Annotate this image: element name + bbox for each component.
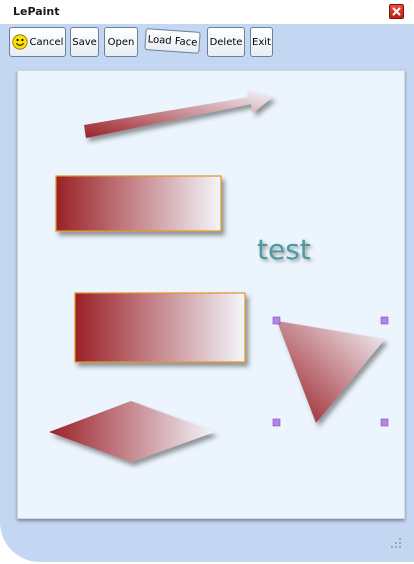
exit-button[interactable]: Exit bbox=[250, 27, 273, 57]
diamond-shape[interactable] bbox=[49, 401, 215, 462]
load-face-button[interactable]: Load Face bbox=[144, 28, 201, 54]
open-button[interactable]: Open bbox=[104, 27, 138, 57]
cancel-label: Cancel bbox=[29, 36, 64, 48]
smiley-icon bbox=[11, 34, 28, 50]
selection-handle-top-right[interactable] bbox=[380, 316, 389, 325]
arrow-shape[interactable] bbox=[84, 90, 273, 138]
rectangle-shape-2[interactable] bbox=[74, 292, 246, 363]
lepaint-window: LePaint Cancel Save Open Load Face Delet… bbox=[0, 0, 414, 562]
save-button[interactable]: Save bbox=[70, 27, 99, 57]
close-icon bbox=[392, 7, 401, 16]
delete-button[interactable]: Delete bbox=[207, 27, 245, 57]
drawing-canvas[interactable]: test bbox=[17, 70, 405, 519]
selection-handle-top-left[interactable] bbox=[272, 316, 281, 325]
selection-handle-bottom-left[interactable] bbox=[272, 418, 281, 427]
window-title: LePaint bbox=[13, 5, 60, 18]
rectangle-shape-1[interactable] bbox=[55, 175, 222, 232]
canvas-drawing: test bbox=[49, 90, 389, 462]
title-bar: LePaint bbox=[0, 0, 414, 24]
toolbar: Cancel Save Open Load Face Delete Exit bbox=[0, 24, 414, 62]
triangle-shape[interactable] bbox=[277, 321, 385, 423]
resize-grip-icon[interactable] bbox=[391, 538, 403, 550]
cancel-button[interactable]: Cancel bbox=[9, 27, 66, 57]
selection-handle-bottom-right[interactable] bbox=[380, 418, 389, 427]
close-button[interactable] bbox=[389, 4, 404, 19]
text-shape[interactable]: test bbox=[257, 233, 311, 266]
